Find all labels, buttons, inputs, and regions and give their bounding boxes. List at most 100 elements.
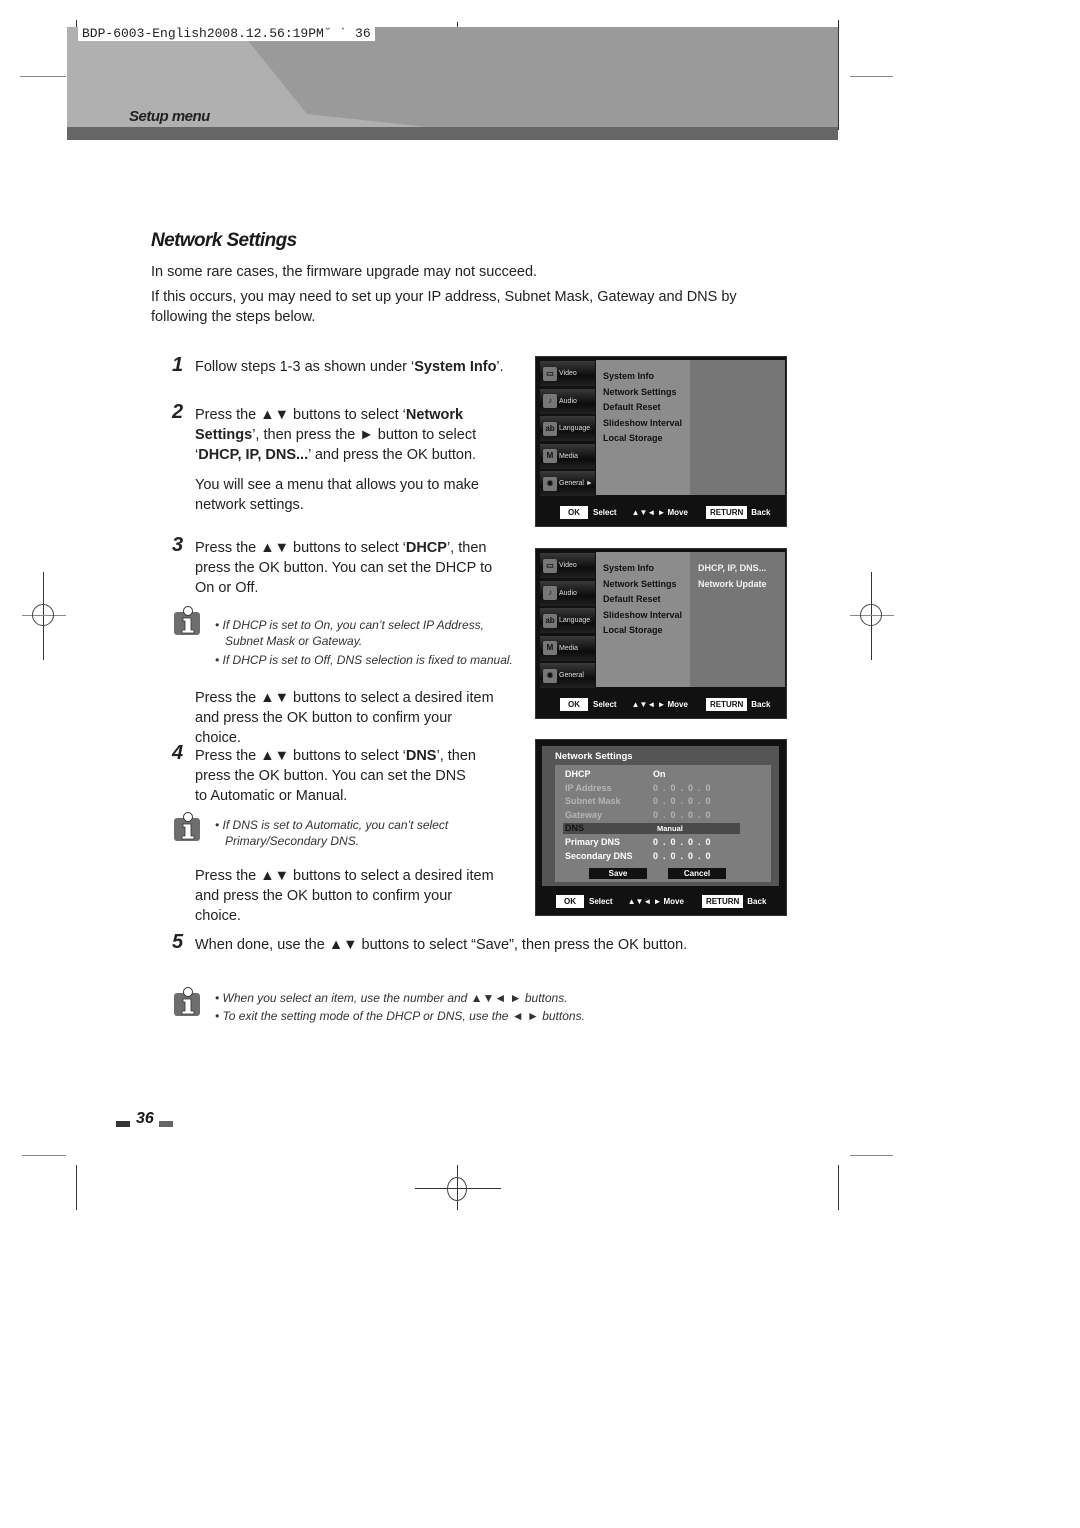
row-primary-dns[interactable]: Primary DNS 0 . 0 . 0 . 0 [565, 837, 711, 847]
media-icon: M [543, 449, 557, 463]
step-5-text: When done, use the ▲▼ buttons to select … [195, 937, 688, 953]
tv-menu-item[interactable]: Default Reset [596, 400, 690, 416]
tv-icon: ▭ [543, 366, 557, 381]
tv-menu: System Info Network Settings Default Res… [596, 552, 690, 687]
ok-key: OK [556, 895, 584, 908]
select-label: Select [589, 897, 613, 906]
abc-icon: ab [543, 613, 557, 628]
registration-circle [32, 604, 54, 626]
tv-menu: System Info Network Settings Default Res… [596, 360, 690, 495]
return-key: RETURN [705, 506, 748, 519]
tv-menu-item[interactable]: Slideshow Interval [596, 608, 690, 624]
tv-menu-item[interactable]: Slideshow Interval [596, 416, 690, 432]
note-line: Subnet Mask or Gateway. [225, 634, 363, 648]
step-4-instruction: Press the ▲▼ buttons to select a desired… [195, 868, 494, 924]
arrow-keys-icon: ▲▼◄ ► [627, 897, 662, 906]
info-note-icon [174, 987, 200, 1016]
step-number: 3 [172, 534, 184, 556]
tv-sidebar-item-video[interactable]: ▭ Video [540, 553, 595, 578]
gear-icon: ✹ [543, 668, 557, 683]
select-label: Select [593, 700, 617, 709]
tv-sidebar-item-general[interactable]: ✹ General [540, 663, 595, 688]
network-settings-panel: Network Settings DHCP On IP Address 0 . 0 … [542, 746, 779, 886]
tv-menu-item[interactable]: System Info [596, 561, 690, 577]
arrow-keys-icon: ▲▼◄ ► [631, 700, 666, 709]
move-label: Move [667, 700, 688, 709]
tv-menu-item[interactable]: Local Storage [596, 623, 690, 639]
row-value: 0 . 0 . 0 . 0 [653, 782, 711, 793]
note-line: • If DHCP is set to Off, DNS selection i… [215, 653, 513, 667]
step-keyword: DNS [405, 748, 437, 764]
tv-button-bar: OK Select ▲▼◄ ► Move RETURN Back [536, 499, 786, 526]
abc-icon: ab [543, 421, 557, 436]
tv-menu-item[interactable]: Network Settings [596, 577, 690, 593]
gear-icon: ✹ [543, 476, 557, 491]
row-label: Secondary DNS [565, 850, 633, 861]
note-line: Primary/Secondary DNS. [225, 834, 360, 848]
crop-mark [850, 1155, 893, 1156]
row-label: DHCP [565, 769, 591, 779]
row-label: DNS [565, 823, 585, 833]
ok-key: OK [560, 698, 588, 711]
return-key: RETURN [701, 895, 744, 908]
row-subnet-mask: Subnet Mask 0 . 0 . 0 . 0 [565, 796, 711, 806]
row-secondary-dns[interactable]: Secondary DNS 0 . 0 . 0 . 0 [565, 851, 711, 861]
tv-screen-network-submenu: ▭ Video ♪ Audio ab Language M Media ✹ General… [535, 548, 787, 719]
save-button[interactable]: Save [589, 868, 647, 879]
step-3-text: Press the ▲▼ buttons to select ‘DHCP’, t… [195, 538, 505, 598]
step-number: 5 [172, 931, 184, 953]
tv-sidebar-item-media[interactable]: M Media [540, 635, 595, 661]
crop-mark [838, 1165, 839, 1210]
tv-sidebar-label: Video [559, 562, 577, 569]
step-number: 2 [172, 401, 184, 423]
row-label: Primary DNS [565, 837, 621, 847]
print-slug: BDP-6003-English2008.12.56:19PM˘ ˋ 36 [78, 27, 375, 41]
select-label: Select [593, 508, 617, 517]
tv-submenu-item[interactable]: DHCP, IP, DNS... [690, 561, 785, 577]
back-label: Back [751, 700, 771, 709]
step-text: Follow steps 1-3 as shown under ‘ [195, 359, 415, 375]
header-band-rule [67, 127, 838, 140]
tv-sidebar-label: General [559, 480, 584, 487]
row-value: 0 . 0 . 0 . 0 [653, 837, 711, 847]
row-value: 0 . 0 . 0 . 0 [653, 796, 711, 806]
note-line: • If DNS is set to Automatic, you can’t … [215, 818, 449, 832]
registration-circle [860, 604, 882, 626]
tv-sidebar-label: Language [559, 617, 591, 624]
row-dhcp[interactable]: DHCP On [565, 769, 666, 779]
crop-mark [20, 76, 66, 77]
step-keyword: DHCP, IP, DNS... [198, 447, 309, 463]
crop-mark [22, 1155, 66, 1156]
step-text: Press the ▲▼ buttons to select ‘ [195, 540, 406, 556]
tv-button-bar: OK Select ▲▼◄ ► Move RETURN Back [536, 888, 786, 915]
step-keyword: DHCP [405, 540, 447, 556]
row-label: Gateway [565, 809, 603, 820]
tv-menu-item[interactable]: Default Reset [596, 592, 690, 608]
tv-sidebar-item-general[interactable]: ✹ General ► [540, 471, 595, 496]
step-text: ’. [496, 359, 504, 375]
tv-submenu-item[interactable]: Network Update [690, 577, 785, 593]
page-title: Network Settings [151, 230, 297, 251]
tv-sidebar-item-language[interactable]: ab Language [540, 416, 595, 441]
tv-sidebar-item-media[interactable]: M Media [540, 443, 595, 469]
tv-menu-item[interactable]: System Info [596, 369, 690, 385]
note-line: • If DHCP is set to On, you can’t select… [215, 618, 484, 632]
row-dns[interactable]: DNS Manual [563, 823, 740, 834]
tv-submenu: DHCP, IP, DNS... Network Update [690, 552, 785, 687]
section-header: Setup menu [129, 108, 210, 125]
ok-key: OK [560, 506, 588, 519]
row-gateway: Gateway 0 . 0 . 0 . 0 [565, 810, 711, 820]
tv-sidebar-item-video[interactable]: ▭ Video [540, 361, 595, 386]
cancel-button[interactable]: Cancel [668, 868, 726, 879]
tv-sidebar-item-audio[interactable]: ♪ Audio [540, 388, 595, 414]
tv-menu-item[interactable]: Local Storage [596, 431, 690, 447]
tv-sidebar-label: Audio [559, 397, 577, 405]
speaker-icon: ♪ [543, 394, 557, 408]
tv-sidebar: ▭ Video ♪ Audio ab Language M Media ✹ General [540, 553, 595, 691]
row-label: IP Address [565, 782, 612, 793]
step-3-instruction: Press the ▲▼ buttons to select a desired… [195, 690, 494, 746]
tv-menu-item[interactable]: Network Settings [596, 385, 690, 401]
step-text: ’ and press the OK button. [308, 447, 477, 463]
tv-sidebar-item-language[interactable]: ab Language [540, 608, 595, 633]
tv-sidebar-item-audio[interactable]: ♪ Audio [540, 580, 595, 606]
